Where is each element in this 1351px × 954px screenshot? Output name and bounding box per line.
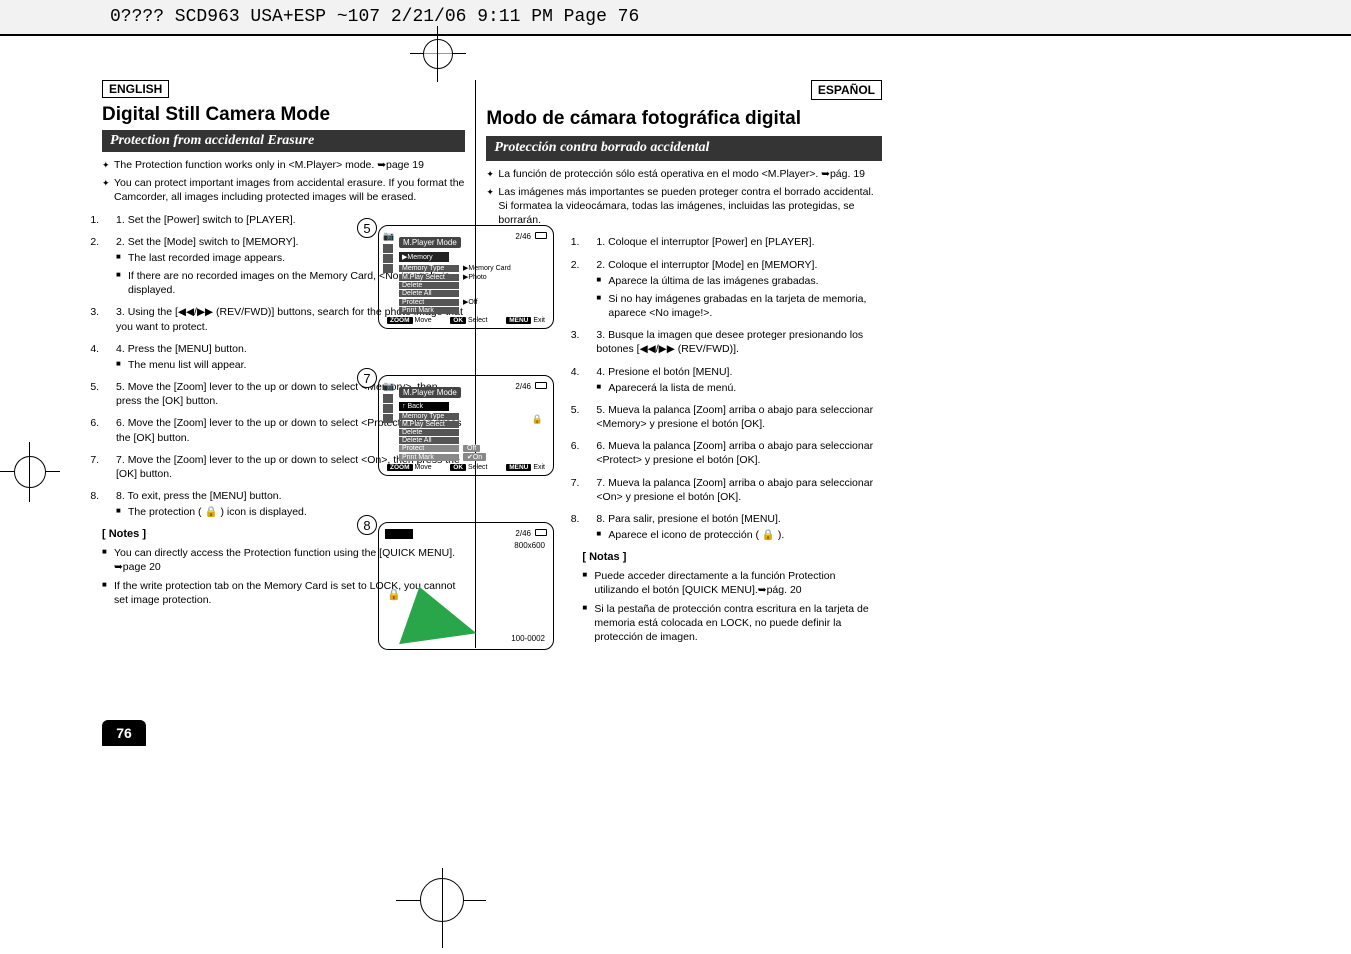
step-es-7: 7. Mueva la palanca [Zoom] arriba o abaj… bbox=[582, 476, 882, 504]
lcd5-memory-row: ▶Memory bbox=[399, 252, 449, 262]
intro-en-1: The Protection function works only in <M… bbox=[102, 158, 465, 172]
lcd7-counter: 2/46 bbox=[515, 382, 531, 391]
figure-number-8: 8 bbox=[357, 515, 377, 535]
lcd5-item-delete: Delete bbox=[399, 282, 459, 289]
lcd5-title: M.Player Mode bbox=[399, 237, 461, 248]
lcd8-resolution: 800x600 bbox=[514, 541, 545, 550]
registration-mark-top bbox=[410, 26, 466, 82]
step-es-5: 5. Mueva la palanca [Zoom] arriba o abaj… bbox=[582, 403, 882, 431]
subsection-bar-es: Protección contra borrado accidental bbox=[486, 136, 882, 161]
lang-tag-es: ESPAÑOL bbox=[811, 80, 882, 100]
lcd7-item-print-mark: Print Mark bbox=[399, 454, 459, 461]
lcd8-photo-leaf bbox=[392, 580, 477, 644]
lcd8-indicator-bar bbox=[385, 529, 413, 539]
page-number-tab: 76 bbox=[102, 720, 146, 746]
print-job-header: 0???? SCD963 USA+ESP ~107 2/21/06 9:11 P… bbox=[0, 0, 1351, 36]
intro-es-1: La función de protección sólo está opera… bbox=[486, 167, 882, 181]
section-title-en: Digital Still Camera Mode bbox=[102, 104, 465, 126]
lcd-panel-7: 7 📷 M.Player Mode 2/46 ↑ Back 🔒 Memory T… bbox=[378, 375, 554, 476]
figure-number-5: 5 bbox=[357, 218, 377, 238]
step2-sub-es-2: Si no hay imágenes grabadas en la tarjet… bbox=[596, 292, 882, 320]
intro-en-2: You can protect important images from ac… bbox=[102, 176, 465, 204]
lcd8-image-index: 100-0002 bbox=[511, 634, 545, 643]
lcd7-footer: ZOOMMove OKSelect MENUExit bbox=[385, 464, 547, 471]
step-es-6: 6. Mueva la palanca [Zoom] arriba o abaj… bbox=[582, 439, 882, 467]
lcd7-back-row: ↑ Back bbox=[399, 402, 449, 411]
lcd7-item-memory-type: Memory Type bbox=[399, 413, 459, 420]
section-title-es: Modo de cámara fotográfica digital bbox=[486, 106, 882, 132]
lcd5-item-memory-type: Memory Type bbox=[399, 265, 459, 272]
lcd5-footer: ZOOMMove OKSelect MENUExit bbox=[385, 317, 547, 324]
step-es-3: 3. Busque la imagen que desee proteger p… bbox=[582, 328, 882, 356]
job-line: 0???? SCD963 USA+ESP ~107 2/21/06 9:11 P… bbox=[110, 7, 639, 27]
lcd7-title: M.Player Mode bbox=[399, 387, 461, 398]
step4-sub-es: Aparecerá la lista de menú. bbox=[596, 381, 882, 395]
lcd7-item-mplay: M.Play Select bbox=[399, 421, 459, 428]
camera-icon: 📷 bbox=[383, 231, 394, 242]
lcd5-side-icons bbox=[383, 244, 393, 273]
lcd-panel-5: 5 📷 M.Player Mode 2/46 ▶Memory Memory Ty… bbox=[378, 225, 554, 329]
note-es-2: Si la pestaña de protección contra escri… bbox=[582, 602, 882, 645]
lcd5-item-protect: Protect bbox=[399, 299, 459, 306]
lcd7-item-protect: Protect bbox=[399, 445, 459, 452]
lcd8-counter: 2/46 bbox=[515, 529, 531, 538]
battery-icon bbox=[535, 382, 547, 389]
step-es-2: 2. Coloque el interruptor [Mode] en [MEM… bbox=[582, 258, 882, 321]
lock-icon: 🔒 bbox=[532, 414, 543, 425]
battery-icon bbox=[535, 232, 547, 239]
step8-sub-es: Aparece el icono de protección ( 🔒 ). bbox=[596, 528, 882, 542]
lcd5-item-mplay: M.Play Select bbox=[399, 274, 459, 281]
step2-sub-es-1: Aparece la última de las imágenes grabad… bbox=[596, 274, 882, 288]
lcd7-menu-list: Memory Type M.Play Select Delete Delete … bbox=[399, 413, 547, 461]
step-es-1: 1. Coloque el interruptor [Power] en [PL… bbox=[582, 235, 882, 249]
lcd7-side-icons bbox=[383, 394, 393, 423]
lcd5-menu-list: Memory Type▶Memory Card M.Play Select▶Ph… bbox=[399, 264, 547, 314]
lcd7-item-delete: Delete bbox=[399, 429, 459, 436]
lock-icon: 🔒 bbox=[387, 588, 401, 601]
camera-icon: 📷 bbox=[383, 381, 394, 392]
step-es-4: 4. Presione el botón [MENU]. Aparecerá l… bbox=[582, 365, 882, 395]
figure-number-7: 7 bbox=[357, 368, 377, 388]
battery-icon bbox=[535, 529, 547, 536]
lcd5-item-print-mark: Print Mark bbox=[399, 307, 459, 314]
lcd7-item-delete-all: Delete All bbox=[399, 437, 459, 444]
note-es-1: Puede acceder directamente a la función … bbox=[582, 569, 882, 597]
lcd5-item-delete-all: Delete All bbox=[399, 290, 459, 297]
registration-mark-left bbox=[0, 442, 60, 502]
lcd-panel-8: 8 2/46 800x600 🔒 100-0002 bbox=[378, 522, 554, 650]
lcd5-counter: 2/46 bbox=[515, 232, 531, 241]
lcd-screenshots: 5 📷 M.Player Mode 2/46 ▶Memory Memory Ty… bbox=[378, 225, 556, 696]
subsection-bar-en: Protection from accidental Erasure bbox=[102, 130, 465, 152]
registration-mark-bottom bbox=[396, 868, 486, 948]
intro-es-2: Las imágenes más importantes se pueden p… bbox=[486, 185, 882, 228]
step-es-8: 8. Para salir, presione el botón [MENU].… bbox=[582, 512, 882, 542]
lang-tag-en: ENGLISH bbox=[102, 80, 169, 98]
